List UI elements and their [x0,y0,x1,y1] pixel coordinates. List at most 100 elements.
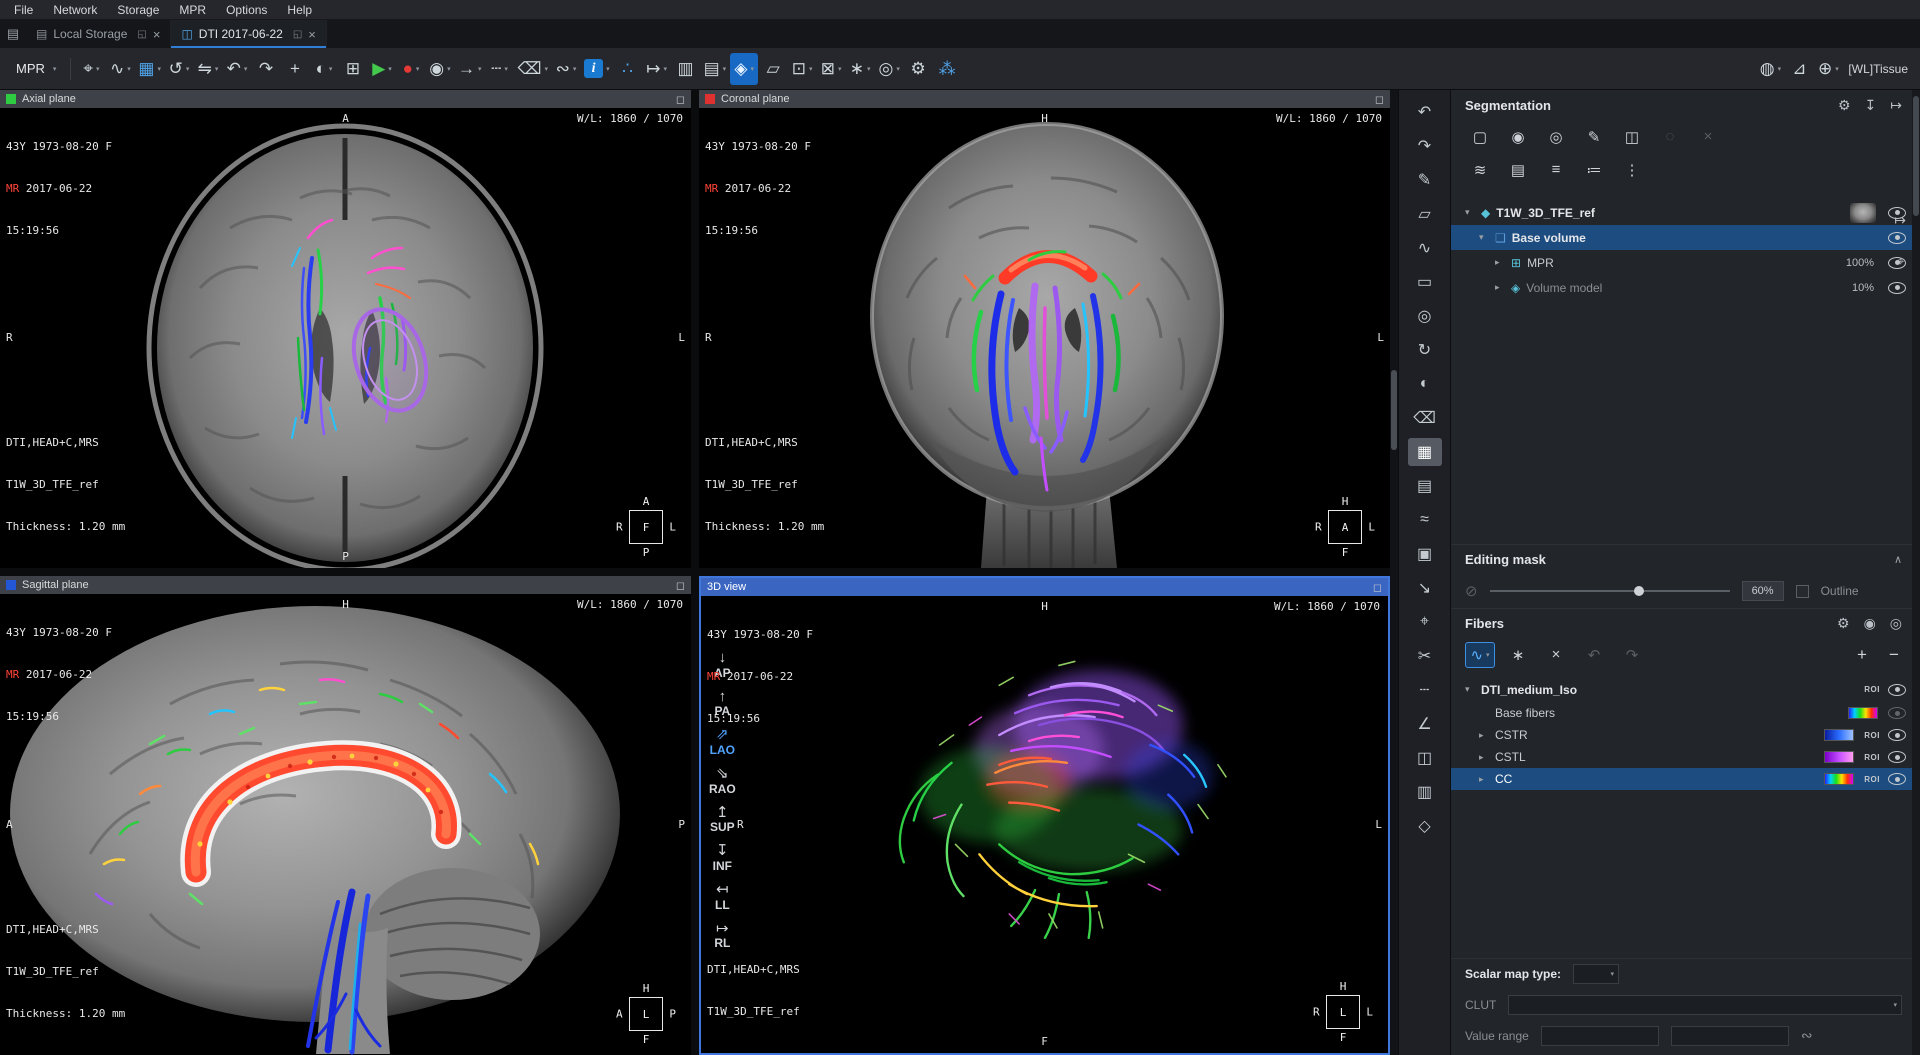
polygon-select-icon[interactable]: ▱ [1408,200,1442,228]
link-views-tool[interactable]: ∾ ▾ [552,53,580,85]
menu-item[interactable]: File [4,3,43,17]
fibers-sphere-icon[interactable]: ◎ [1890,615,1902,632]
export-tool[interactable]: ↦ ▾ [643,53,671,85]
fiber-row-cc[interactable]: ▸ CC ROI [1451,768,1920,790]
fiber-colorbar[interactable] [1848,707,1878,719]
magnify-tool[interactable]: ◎ ▾ [875,53,903,85]
reformat-grid-tool[interactable]: ⊞ [339,53,367,85]
wl-preset-label[interactable]: [WL]Tissue [1848,62,1912,76]
flip-view-tool[interactable]: ⇋ ▾ [194,53,222,85]
interpolate-tool[interactable]: ◌ [1655,124,1685,150]
globe-button[interactable]: ⊕ ▾ [1814,53,1842,85]
tree-row-volume-root[interactable]: ▾ ◆ T1W_3D_TFE_ref [1451,200,1920,225]
brush-tool[interactable]: ✎ [1579,124,1609,150]
fiber-colorbar[interactable] [1824,773,1854,785]
undo-button[interactable]: ↶ ▾ [223,53,251,85]
list-view-tool[interactable]: ≡ [1541,157,1571,183]
value-range-max-input[interactable] [1671,1026,1789,1046]
chevron-down-icon[interactable]: ▾ [1465,207,1475,218]
rotate-3d-icon[interactable]: ↻ [1408,336,1442,364]
menu-item[interactable]: Network [43,3,107,17]
volume-thumbnail[interactable] [1850,203,1876,223]
smooth-icon[interactable]: ≈ [1408,506,1442,534]
chevron-right-icon[interactable]: ▸ [1479,774,1489,785]
export-panel-icon[interactable]: ↦ [1890,97,1902,114]
add-fiber-button[interactable]: + [1850,645,1874,665]
maximize-icon[interactable]: ◻ [1373,581,1382,594]
arrow-annotation-tool[interactable]: → ▾ [455,53,485,85]
visibility-eye-icon[interactable] [1888,282,1906,294]
undo-icon[interactable]: ↶ [1408,98,1442,126]
mask-opacity-slider[interactable] [1490,584,1730,598]
collapse-icon[interactable]: ∧ [1894,553,1902,566]
grid-icon[interactable]: ◫ [1408,744,1442,772]
maximize-icon[interactable]: ◻ [1375,93,1384,106]
menu-item[interactable]: MPR [169,3,216,17]
storage-panel-icon[interactable]: ▤ [0,20,26,48]
viewport-title-bar[interactable]: Coronal plane ◻ [699,90,1390,108]
roi-badge[interactable]: ROI [1864,685,1880,694]
clut-dropdown[interactable]: ▾ [1508,995,1902,1015]
checkerboard-icon[interactable]: ▦ [1408,438,1442,466]
viewport-scrollbar[interactable] [1390,90,1398,1055]
restore-tab-icon[interactable]: ◱ [137,29,146,40]
transform-tool[interactable]: ∗ ▾ [846,53,874,85]
marker-icon[interactable]: ⌖ [1408,608,1442,636]
value-range-min-input[interactable] [1541,1026,1659,1046]
cine-icon[interactable]: ▤ [1408,472,1442,500]
save-segmentation-icon[interactable]: ↧ [1865,97,1877,114]
cube-icon[interactable]: ◇ [1408,812,1442,840]
orient-ll-button[interactable]: ↤ LL [715,882,730,912]
axial-image-area[interactable]: 43Y 1973-08-20 F MR 2017-06-22 15:19:56 … [0,108,691,568]
cut-icon[interactable]: ✂ [1408,642,1442,670]
menu-item[interactable]: Options [216,3,277,17]
menu-item[interactable]: Storage [107,3,169,17]
sphere-icon[interactable]: ◐ [1408,370,1442,398]
chevron-down-icon[interactable]: ▾ [1465,684,1475,695]
fiber-colorbar[interactable] [1824,729,1854,741]
fiber-tree-root[interactable]: ▾ DTI_medium_Iso ROI [1451,677,1920,702]
window-level-tool[interactable]: ◐ ▾ [310,53,338,85]
draw-select-icon[interactable]: ✎ [1408,166,1442,194]
histogram-button[interactable]: ⊿ [1785,53,1813,85]
location-marker-tool[interactable]: ◉ ▾ [426,53,454,85]
fiber-wand-remove-tool[interactable]: × [1541,642,1571,668]
fiber-colorbar[interactable] [1824,751,1854,763]
resize-icon[interactable]: ↘ [1408,574,1442,602]
sagittal-image-area[interactable]: 43Y 1973-08-20 F MR 2017-06-22 15:19:56 … [0,594,691,1055]
curve-annotation-tool[interactable]: ∿ ▾ [106,53,134,85]
orient-sup-button[interactable]: ↥ SUP [710,805,735,835]
3d-render-area[interactable]: ↓ AP ↑ PA ⇗ LAO [701,596,1388,1053]
tab-local-storage[interactable]: ▤ Local Storage ◱ × [26,20,171,48]
viewport-title-bar[interactable]: Axial plane ◻ [0,90,691,108]
visibility-eye-icon[interactable] [1888,257,1906,269]
tree-row-mpr[interactable]: ▸ ⊞ MPR 100% [1451,250,1920,275]
layout-grid-tool[interactable]: ▦ ▾ [135,53,164,85]
fiber-row-cstr[interactable]: ▸ CSTR ROI [1451,724,1920,746]
fiber-row-cstl[interactable]: ▸ CSTL ROI [1451,746,1920,768]
plane-tool[interactable]: ▱ [759,53,787,85]
fiber-undo-button[interactable]: ↶ [1579,642,1609,668]
fiber-lasso-tool[interactable]: ∿▾ [1465,642,1495,668]
eraser-tool[interactable]: ⌫ ▾ [515,53,552,85]
remove-fiber-button[interactable]: − [1882,645,1906,665]
tree-row-base-volume[interactable]: ▾ ❑ Base volume [1451,225,1920,250]
menu-item[interactable]: Help [277,3,322,17]
visibility-eye-icon[interactable] [1888,751,1906,763]
rect-select-icon[interactable]: ▭ [1408,268,1442,296]
mpr-mode-select[interactable]: MPR ▾ [8,54,64,84]
outline-checkbox[interactable] [1796,585,1809,598]
layers-icon[interactable]: ▣ [1408,540,1442,568]
chevron-right-icon[interactable]: ▸ [1495,282,1505,293]
eraser-icon[interactable]: ⌫ [1408,404,1442,432]
redo-icon[interactable]: ↷ [1408,132,1442,160]
ruler-icon[interactable]: ┄ [1408,676,1442,704]
chevron-right-icon[interactable]: ▸ [1495,257,1505,268]
cluster-tool[interactable]: ∴ [614,53,642,85]
delete-tool[interactable]: × [1693,124,1723,150]
fiber-row-base-fibers[interactable]: ▸ Base fibers [1451,702,1920,724]
rotate-view-tool[interactable]: ↺ ▾ [165,53,193,85]
list-check-tool[interactable]: ≔ [1579,157,1609,183]
visibility-eye-icon[interactable] [1888,684,1906,696]
tree-view-tool[interactable]: ⋮ [1617,157,1647,183]
